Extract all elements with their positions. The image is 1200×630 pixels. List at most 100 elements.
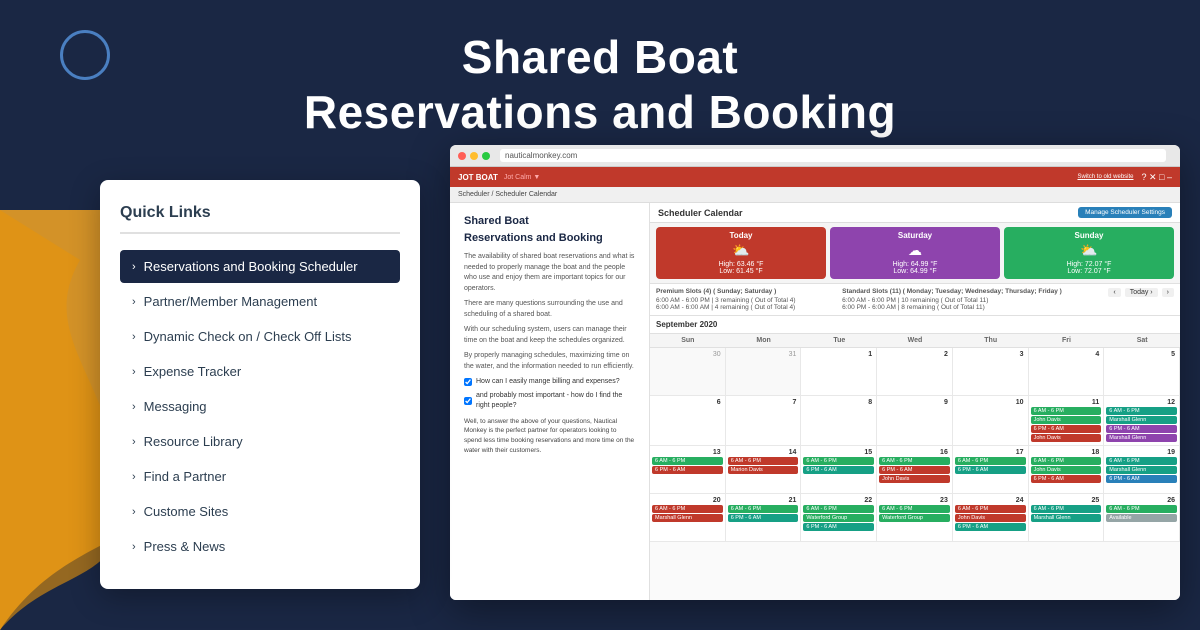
event-sep15-1[interactable]: 6 AM - 6 PM: [803, 457, 874, 465]
cal-cell-sep23[interactable]: 23 6 AM - 6 PM Waterford Group: [877, 494, 953, 542]
event-sep15-2[interactable]: 6 PM - 6 AM: [803, 466, 874, 474]
event-sep16-2b[interactable]: John Davis: [879, 475, 950, 483]
checkbox-billing[interactable]: How can I easily mange billing and expen…: [464, 377, 635, 388]
cal-cell-sep20[interactable]: 20 6 AM - 6 PM Marshall Glenn: [650, 494, 726, 542]
calendar-month-label: September 2020: [656, 320, 717, 329]
browser-url-bar[interactable]: nauticalmonkey.com: [500, 149, 1166, 162]
event-sep11-2b[interactable]: John Davis: [1031, 434, 1102, 442]
cal-cell-sep12[interactable]: 12 6 AM - 6 PM Marshall Glenn 6 PM - 6 A…: [1104, 396, 1180, 446]
event-sep20-1b[interactable]: Marshall Glenn: [652, 514, 723, 522]
cal-cell-sep18[interactable]: 18 6 AM - 6 PM John Davis 6 PM - 6 AM: [1029, 446, 1105, 494]
cal-next-button[interactable]: ›: [1162, 288, 1174, 297]
cal-cell-sep22[interactable]: 22 6 AM - 6 PM Waterford Group 6 PM - 6 …: [801, 494, 877, 542]
event-sep12-2[interactable]: 6 PM - 6 AM: [1106, 425, 1177, 433]
event-sep21-2[interactable]: 6 PM - 6 AM: [728, 514, 799, 522]
cal-cell-aug31[interactable]: 31: [726, 348, 802, 396]
cal-cell-sep15[interactable]: 15 6 AM - 6 PM 6 PM - 6 AM: [801, 446, 877, 494]
nav-item-find-partner[interactable]: › Find a Partner: [120, 460, 400, 493]
event-sep13-1[interactable]: 6 AM - 6 PM: [652, 457, 723, 465]
event-sep11-1[interactable]: 6 AM - 6 PM: [1031, 407, 1102, 415]
event-sep17-1[interactable]: 6 AM - 6 PM: [955, 457, 1026, 465]
cal-cell-sep11[interactable]: 11 6 AM - 6 PM John Davis 6 PM - 6 AM Jo…: [1029, 396, 1105, 446]
event-sep22-1[interactable]: 6 AM - 6 PM: [803, 505, 874, 513]
content-panel: Shared BoatReservations and Booking The …: [450, 203, 650, 600]
event-sep18-1b[interactable]: John Davis: [1031, 466, 1102, 474]
event-sep13-2[interactable]: 6 PM - 6 AM: [652, 466, 723, 474]
manage-settings-button[interactable]: Manage Scheduler Settings: [1078, 207, 1172, 218]
cal-cell-sep3[interactable]: 3: [953, 348, 1029, 396]
cal-prev-button[interactable]: ‹: [1108, 288, 1120, 297]
cal-cell-sep26[interactable]: 26 6 AM - 6 PM Available: [1104, 494, 1180, 542]
cal-cell-sep21[interactable]: 21 6 AM - 6 PM 6 PM - 6 AM: [726, 494, 802, 542]
event-sep11-2[interactable]: 6 PM - 6 AM: [1031, 425, 1102, 433]
event-sep24-1[interactable]: 6 AM - 6 PM: [955, 505, 1026, 513]
event-sep25-1b[interactable]: Marshall Glenn: [1031, 514, 1102, 522]
event-sep26-1[interactable]: 6 AM - 6 PM: [1106, 505, 1177, 513]
cal-cell-sep5[interactable]: 5: [1104, 348, 1180, 396]
cal-today-button[interactable]: Today ›: [1125, 288, 1158, 297]
browser-maximize-btn[interactable]: [482, 152, 490, 160]
nav-item-messaging[interactable]: › Messaging: [120, 390, 400, 423]
cal-cell-sep25[interactable]: 25 6 AM - 6 PM Marshall Glenn: [1029, 494, 1105, 542]
event-sep22-1b[interactable]: Waterford Group: [803, 514, 874, 522]
cal-cell-sep6[interactable]: 6: [650, 396, 726, 446]
calendar-title-bar: Scheduler Calendar Manage Scheduler Sett…: [650, 203, 1180, 223]
premium-slots-label: Premium Slots (4) ( Sunday; Saturday ): [656, 288, 796, 295]
nav-item-expense[interactable]: › Expense Tracker: [120, 355, 400, 388]
checkbox-people-input[interactable]: [464, 397, 472, 405]
event-sep12-1[interactable]: 6 AM - 6 PM: [1106, 407, 1177, 415]
checkbox-people[interactable]: and probably most important - how do I f…: [464, 391, 635, 412]
event-sep19-1b[interactable]: Marshall Glenn: [1106, 466, 1177, 474]
event-sep24-2[interactable]: 6 PM - 6 AM: [955, 523, 1026, 531]
cal-cell-sep1[interactable]: 1: [801, 348, 877, 396]
cal-cell-sep19[interactable]: 19 6 AM - 6 PM Marshall Glenn 6 PM - 6 A…: [1104, 446, 1180, 494]
cal-cell-sep14[interactable]: 14 6 AM - 6 PM Marion Davis: [726, 446, 802, 494]
calendar-panel: Scheduler Calendar Manage Scheduler Sett…: [650, 203, 1180, 600]
cal-cell-sep13[interactable]: 13 6 AM - 6 PM 6 PM - 6 AM: [650, 446, 726, 494]
event-sep14-1b[interactable]: Marion Davis: [728, 466, 799, 474]
event-sep17-2[interactable]: 6 PM - 6 AM: [955, 466, 1026, 474]
event-sep20-1[interactable]: 6 AM - 6 PM: [652, 505, 723, 513]
nav-item-custome-sites[interactable]: › Custome Sites: [120, 495, 400, 528]
event-sep21-1[interactable]: 6 AM - 6 PM: [728, 505, 799, 513]
app-window-controls[interactable]: ? ✕ □ ‒: [1142, 172, 1173, 183]
event-sep18-1[interactable]: 6 AM - 6 PM: [1031, 457, 1102, 465]
cal-cell-sep10[interactable]: 10: [953, 396, 1029, 446]
event-sep26-2[interactable]: Available: [1106, 514, 1177, 522]
event-sep19-2[interactable]: 6 PM - 6 AM: [1106, 475, 1177, 483]
nav-item-reservations[interactable]: › Reservations and Booking Scheduler: [120, 250, 400, 283]
event-sep24-1b[interactable]: John Davis: [955, 514, 1026, 522]
nav-item-partner[interactable]: › Partner/Member Management: [120, 285, 400, 318]
checkbox-billing-input[interactable]: [464, 378, 472, 386]
cal-cell-sep7[interactable]: 7: [726, 396, 802, 446]
nav-item-press-news[interactable]: › Press & News: [120, 530, 400, 563]
browser-minimize-btn[interactable]: [470, 152, 478, 160]
cal-cell-sep8[interactable]: 8: [801, 396, 877, 446]
switch-label[interactable]: Switch to old website: [1077, 174, 1133, 180]
event-sep11-1b[interactable]: John Davis: [1031, 416, 1102, 424]
event-sep16-2[interactable]: 6 PM - 6 AM: [879, 466, 950, 474]
event-sep25-1[interactable]: 6 AM - 6 PM: [1031, 505, 1102, 513]
chevron-icon: ›: [132, 261, 136, 273]
cal-cell-sep24[interactable]: 24 6 AM - 6 PM John Davis 6 PM - 6 AM: [953, 494, 1029, 542]
cal-cell-sep9[interactable]: 9: [877, 396, 953, 446]
cal-cell-sep4[interactable]: 4: [1029, 348, 1105, 396]
nav-item-resource-library[interactable]: › Resource Library: [120, 425, 400, 458]
weather-saturday-low: Low: 64.99 °F: [836, 268, 994, 275]
event-sep19-1[interactable]: 6 AM - 6 PM: [1106, 457, 1177, 465]
cal-cell-sep2[interactable]: 2: [877, 348, 953, 396]
event-sep18-2[interactable]: 6 PM - 6 AM: [1031, 475, 1102, 483]
cal-cell-sep17[interactable]: 17 6 AM - 6 PM 6 PM - 6 AM: [953, 446, 1029, 494]
event-sep12-2b[interactable]: Marshall Glenn: [1106, 434, 1177, 442]
event-sep22-2[interactable]: 6 PM - 6 AM: [803, 523, 874, 531]
nav-item-checklist[interactable]: › Dynamic Check on / Check Off Lists: [120, 320, 400, 353]
event-sep23-1b[interactable]: Waterford Group: [879, 514, 950, 522]
cal-cell-sep16[interactable]: 16 6 AM - 6 PM 6 PM - 6 AM John Davis: [877, 446, 953, 494]
event-sep23-1[interactable]: 6 AM - 6 PM: [879, 505, 950, 513]
event-sep16-1[interactable]: 6 AM - 6 PM: [879, 457, 950, 465]
cal-cell-aug30[interactable]: 30: [650, 348, 726, 396]
event-sep12-1b[interactable]: Marshall Glenn: [1106, 416, 1177, 424]
content-para-4: By properly managing schedules, maximizi…: [464, 351, 635, 372]
event-sep14-1[interactable]: 6 AM - 6 PM: [728, 457, 799, 465]
browser-close-btn[interactable]: [458, 152, 466, 160]
